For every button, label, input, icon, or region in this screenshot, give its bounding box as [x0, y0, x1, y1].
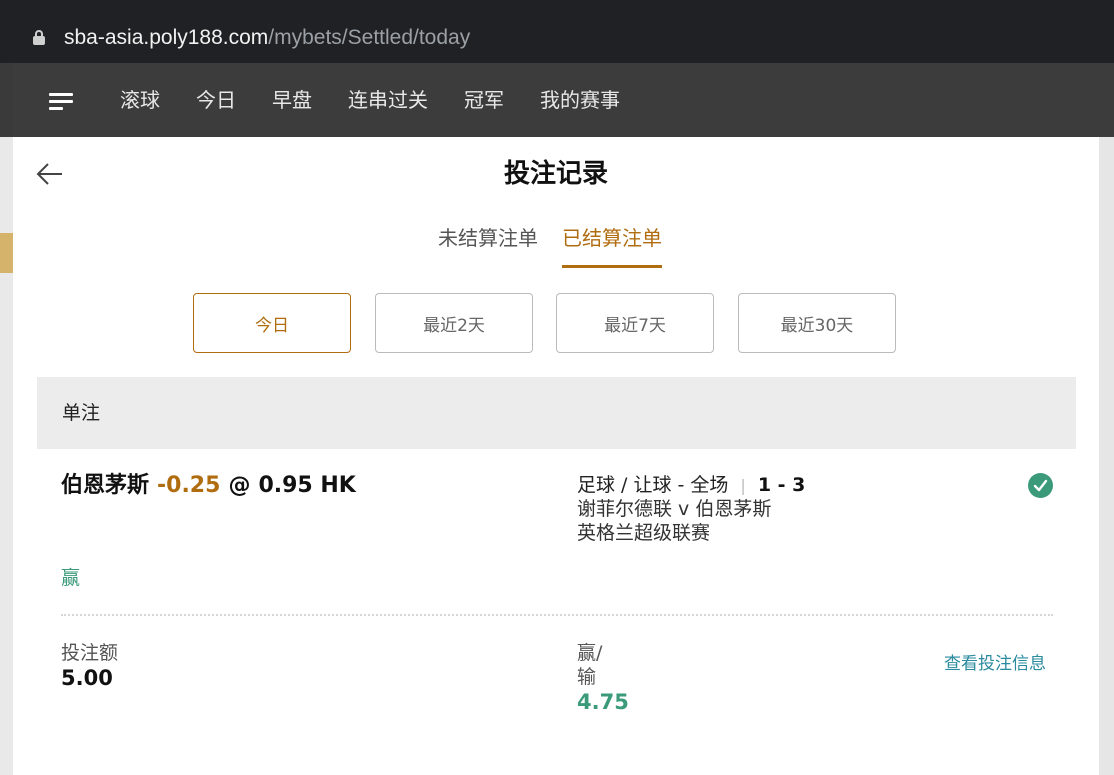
tab-unsettled[interactable]: 未结算注单 [438, 223, 538, 268]
view-bet-info-link[interactable]: 查看投注信息 [944, 653, 1046, 675]
bet-selection: 伯恩茅斯 -0.25 @0.95 HK [61, 471, 356, 501]
nav-items: 滚球 今日 早盘 连串过关 冠军 我的赛事 [120, 87, 620, 113]
separator: | [740, 476, 746, 495]
bet-at-symbol: @ [228, 473, 251, 498]
background-window-edge [0, 63, 13, 775]
section-header: 单注 [37, 377, 1076, 449]
bet-match: 谢菲尔德联 v 伯恩茅斯 [577, 498, 772, 520]
dotted-divider [61, 614, 1053, 616]
url-host: sba-asia.poly188.com [64, 26, 269, 49]
winloss-value: 4.75 [577, 690, 629, 714]
nav-item-outright[interactable]: 冠军 [464, 87, 504, 113]
nav-item-today[interactable]: 今日 [196, 87, 236, 113]
bet-result-status: 赢 [61, 567, 81, 589]
bet-history-panel: 投注记录 未结算注单 已结算注单 今日 最近2天 最近7天 最近30天 单注 伯… [13, 137, 1099, 775]
bet-team-name: 伯恩茅斯 [61, 473, 150, 498]
tab-settled[interactable]: 已结算注单 [562, 223, 662, 268]
top-navigation: 滚球 今日 早盘 连串过关 冠军 我的赛事 [13, 63, 1114, 137]
filter-today-button[interactable]: 今日 [193, 293, 351, 353]
bet-odds: 0.95 HK [258, 473, 356, 498]
stake-value: 5.00 [61, 666, 113, 690]
winloss-label: 赢/输 [577, 642, 603, 688]
lock-icon [33, 30, 45, 45]
url-text[interactable]: sba-asia.poly188.com/mybets/Settled/toda… [64, 24, 470, 52]
section-label: 单注 [62, 402, 101, 424]
bet-score: 1 - 3 [757, 474, 806, 496]
filter-30-days-button[interactable]: 最近30天 [738, 293, 896, 353]
nav-item-early[interactable]: 早盘 [272, 87, 312, 113]
filter-7-days-button[interactable]: 最近7天 [556, 293, 714, 353]
bet-league: 英格兰超级联赛 [577, 522, 711, 544]
nav-item-parlay[interactable]: 连串过关 [348, 87, 428, 113]
settlement-tabs: 未结算注单 已结算注单 [438, 223, 662, 268]
menu-icon[interactable] [49, 93, 75, 111]
bet-market-line: 足球 / 让球 - 全场 | 1 - 3 [577, 473, 805, 498]
browser-address-bar[interactable]: sba-asia.poly188.com/mybets/Settled/toda… [0, 0, 1114, 63]
filter-2-days-button[interactable]: 最近2天 [375, 293, 533, 353]
scrollbar-track[interactable] [1099, 137, 1114, 775]
bet-market: 足球 / 让球 - 全场 [577, 474, 729, 496]
nav-item-live[interactable]: 滚球 [120, 87, 160, 113]
page-title: 投注记录 [503, 159, 608, 189]
stake-label: 投注额 [61, 642, 119, 664]
check-circle-icon [1028, 473, 1053, 498]
bet-handicap: -0.25 [157, 473, 221, 498]
url-path: /mybets/Settled/today [268, 26, 471, 49]
nav-item-my-events[interactable]: 我的赛事 [540, 87, 620, 113]
